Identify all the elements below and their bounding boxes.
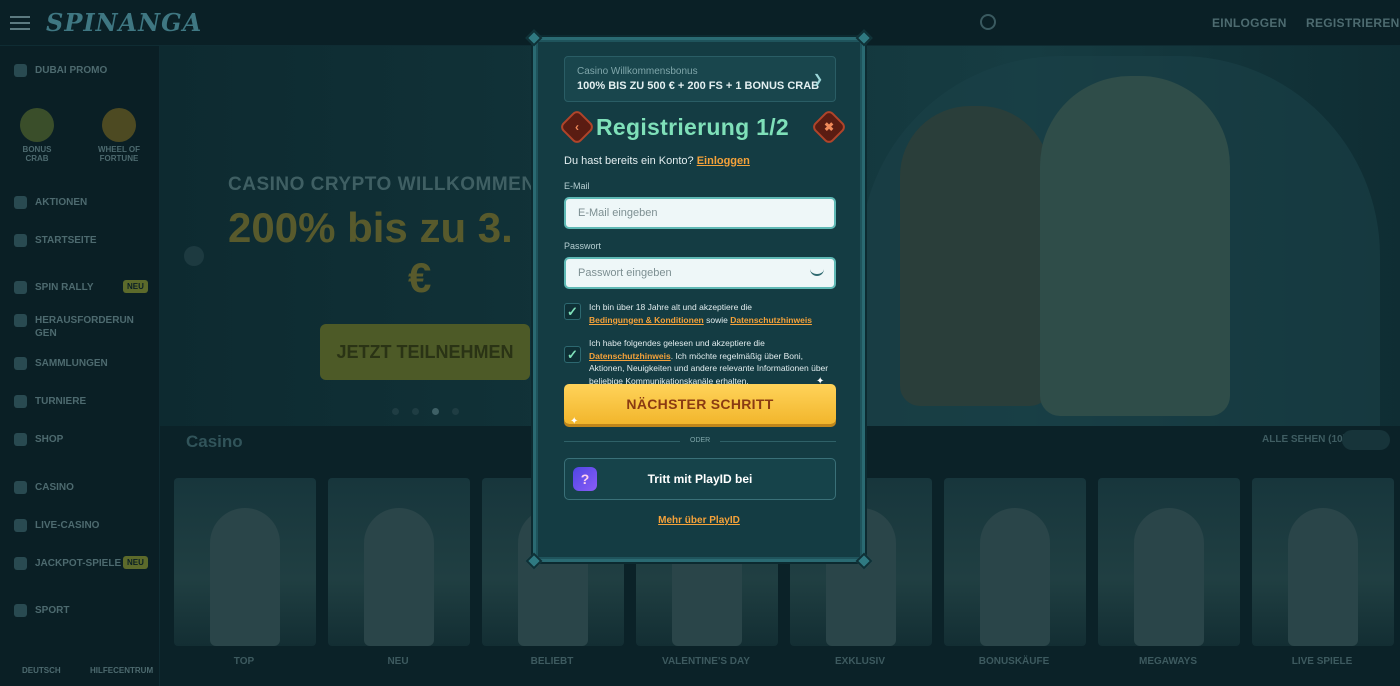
chevron-left-icon: ‹ [575, 120, 579, 134]
sidebar-tile-bonus-crab[interactable]: BONUS CRAB [12, 108, 62, 164]
email-label: E-Mail [564, 181, 590, 191]
marketing-consent-text: Ich habe folgendes gelesen und akzeptier… [589, 338, 829, 386]
help-center-link[interactable]: HILFECENTRUM [90, 666, 153, 675]
next-step-button[interactable]: NÄCHSTER SCHRITT [564, 384, 836, 424]
sidebar-item-live-casino[interactable]: LIVE-CASINO [14, 519, 99, 532]
game-card[interactable] [1098, 478, 1240, 646]
sidebar-item-herausforderungen[interactable]: HERAUSFORDERUNGEN [14, 314, 134, 340]
sidebar: DUBAI PROMO BONUS CRAB WHEEL OF FORTUNE … [0, 46, 160, 686]
password-field[interactable] [564, 257, 836, 289]
registration-modal: Casino Willkommensbonus 100% BIS ZU 500 … [525, 29, 873, 570]
category-tab-bonuskaeufe[interactable]: BONUSKÄUFE [979, 656, 1050, 667]
sidebar-item-turniere[interactable]: TURNIERE [14, 395, 86, 408]
hero-headline: 200% bis zu 3. [228, 204, 513, 251]
sidebar-item-promo[interactable]: DUBAI PROMO [14, 64, 107, 77]
terms-link[interactable]: Bedingungen & Konditionen [589, 315, 704, 325]
login-link[interactable]: EINLOGGEN [1212, 16, 1287, 30]
game-card[interactable] [1252, 478, 1394, 646]
category-tab-top[interactable]: TOP [234, 656, 254, 667]
sidebar-item-sport[interactable]: SPORT [14, 604, 69, 617]
sidebar-item-spin-rally[interactable]: SPIN RALLY [14, 281, 94, 294]
site-logo[interactable]: SPINANGA [46, 8, 202, 37]
rally-icon [14, 281, 27, 294]
category-tab-valentines[interactable]: VALENTINE'S DAY [662, 656, 750, 667]
hero-cta-button[interactable]: JETZT TEILNEHMEN [320, 324, 530, 380]
sidebar-item-sammlungen[interactable]: SAMMLUNGEN [14, 357, 108, 370]
close-button[interactable]: ✖ [810, 108, 848, 146]
gift-icon [14, 196, 27, 209]
hero-character-right [1040, 76, 1230, 416]
game-card[interactable] [944, 478, 1086, 646]
hero-headline-currency: € [408, 254, 432, 301]
category-tab-neu[interactable]: NEU [387, 656, 408, 667]
trophy-icon [14, 395, 27, 408]
login-prompt: Du hast bereits ein Konto? Einloggen [564, 155, 750, 167]
back-button[interactable]: ‹ [558, 108, 596, 146]
age-terms-checkbox[interactable]: ✓ [564, 303, 581, 320]
or-text: ODER [690, 437, 711, 444]
close-icon: ✖ [823, 120, 835, 134]
modal-title: Registrierung 1/2 [596, 114, 789, 140]
casino-icon [14, 481, 27, 494]
game-card[interactable] [328, 478, 470, 646]
marketing-consent-checkbox[interactable]: ✓ [564, 346, 581, 363]
login-link[interactable]: Einloggen [697, 155, 750, 167]
jackpot-icon [14, 557, 27, 570]
email-field[interactable] [564, 197, 836, 229]
privacy-link[interactable]: Datenschutzhinweis [589, 351, 671, 361]
carousel-dot[interactable] [452, 408, 459, 415]
chevron-left-icon[interactable] [184, 246, 204, 266]
age-terms-text: Ich bin über 18 Jahre alt und akzeptiere… [589, 302, 812, 325]
carousel-dot[interactable] [392, 408, 399, 415]
sparkle-icon: ✦ [570, 416, 579, 427]
sidebar-item-aktionen[interactable]: AKTIONEN [14, 196, 87, 209]
promo-icon [14, 64, 27, 77]
sidebar-tile-wheel[interactable]: WHEEL OF FORTUNE [94, 108, 144, 164]
sidebar-item-startseite[interactable]: STARTSEITE [14, 234, 96, 247]
password-label: Passwort [564, 241, 602, 251]
welcome-bonus-dropdown[interactable]: Casino Willkommensbonus 100% BIS ZU 500 … [564, 56, 836, 102]
see-all-link[interactable]: ALLE SEHEN (10) [1262, 434, 1346, 445]
privacy-link[interactable]: Datenschutzhinweis [730, 315, 812, 325]
carousel-dot[interactable] [412, 408, 419, 415]
or-divider: ODER [564, 436, 836, 448]
carousel-arrows[interactable] [1342, 430, 1390, 450]
bonus-value: 100% BIS ZU 500 € + 200 FS + 1 BONUS CRA… [577, 80, 820, 92]
chevron-down-icon: ❯︎ [812, 72, 823, 86]
challenge-icon [14, 314, 27, 327]
register-link[interactable]: REGISTRIEREN [1306, 16, 1400, 30]
playid-button[interactable]: Tritt mit PlayID bei [564, 458, 836, 500]
more-about-playid-link[interactable]: Mehr über PlayID [658, 515, 740, 526]
language-selector[interactable]: DEUTSCH [22, 666, 61, 675]
menu-icon[interactable] [10, 12, 30, 32]
live-icon [14, 519, 27, 532]
home-icon [14, 234, 27, 247]
sidebar-item-jackpot[interactable]: JACKPOT-SPIELE [14, 557, 121, 570]
hero-character-left [900, 106, 1050, 406]
new-badge: NEU [123, 556, 148, 569]
login-prompt-text: Du hast bereits ein Konto? [564, 155, 694, 167]
casino-section-title: Casino [186, 432, 243, 451]
game-card[interactable] [174, 478, 316, 646]
sport-icon [14, 604, 27, 617]
wheel-icon [102, 108, 136, 142]
category-tab-exklusiv[interactable]: EXKLUSIV [835, 656, 885, 667]
collection-icon [14, 357, 27, 370]
new-badge: NEU [123, 280, 148, 293]
shop-icon [14, 433, 27, 446]
category-tab-beliebt[interactable]: BELIEBT [531, 656, 574, 667]
sidebar-item-casino[interactable]: CASINO [14, 481, 74, 494]
sidebar-item-shop[interactable]: SHOP [14, 433, 63, 446]
sparkle-icon: ✦ [816, 376, 825, 387]
category-tab-megaways[interactable]: MEGAWAYS [1139, 656, 1197, 667]
more-about-playid: Mehr über PlayID [536, 515, 862, 526]
category-tab-live-spiele[interactable]: LIVE SPIELE [1292, 656, 1353, 667]
hero-subtitle: CASINO CRYPTO WILLKOMMEN [228, 174, 536, 195]
bonus-label: Casino Willkommensbonus [577, 66, 698, 77]
carousel-dot-active[interactable] [432, 408, 439, 415]
crab-icon [20, 108, 54, 142]
search-icon[interactable] [980, 14, 996, 30]
playid-logo-icon: ? [573, 467, 597, 491]
